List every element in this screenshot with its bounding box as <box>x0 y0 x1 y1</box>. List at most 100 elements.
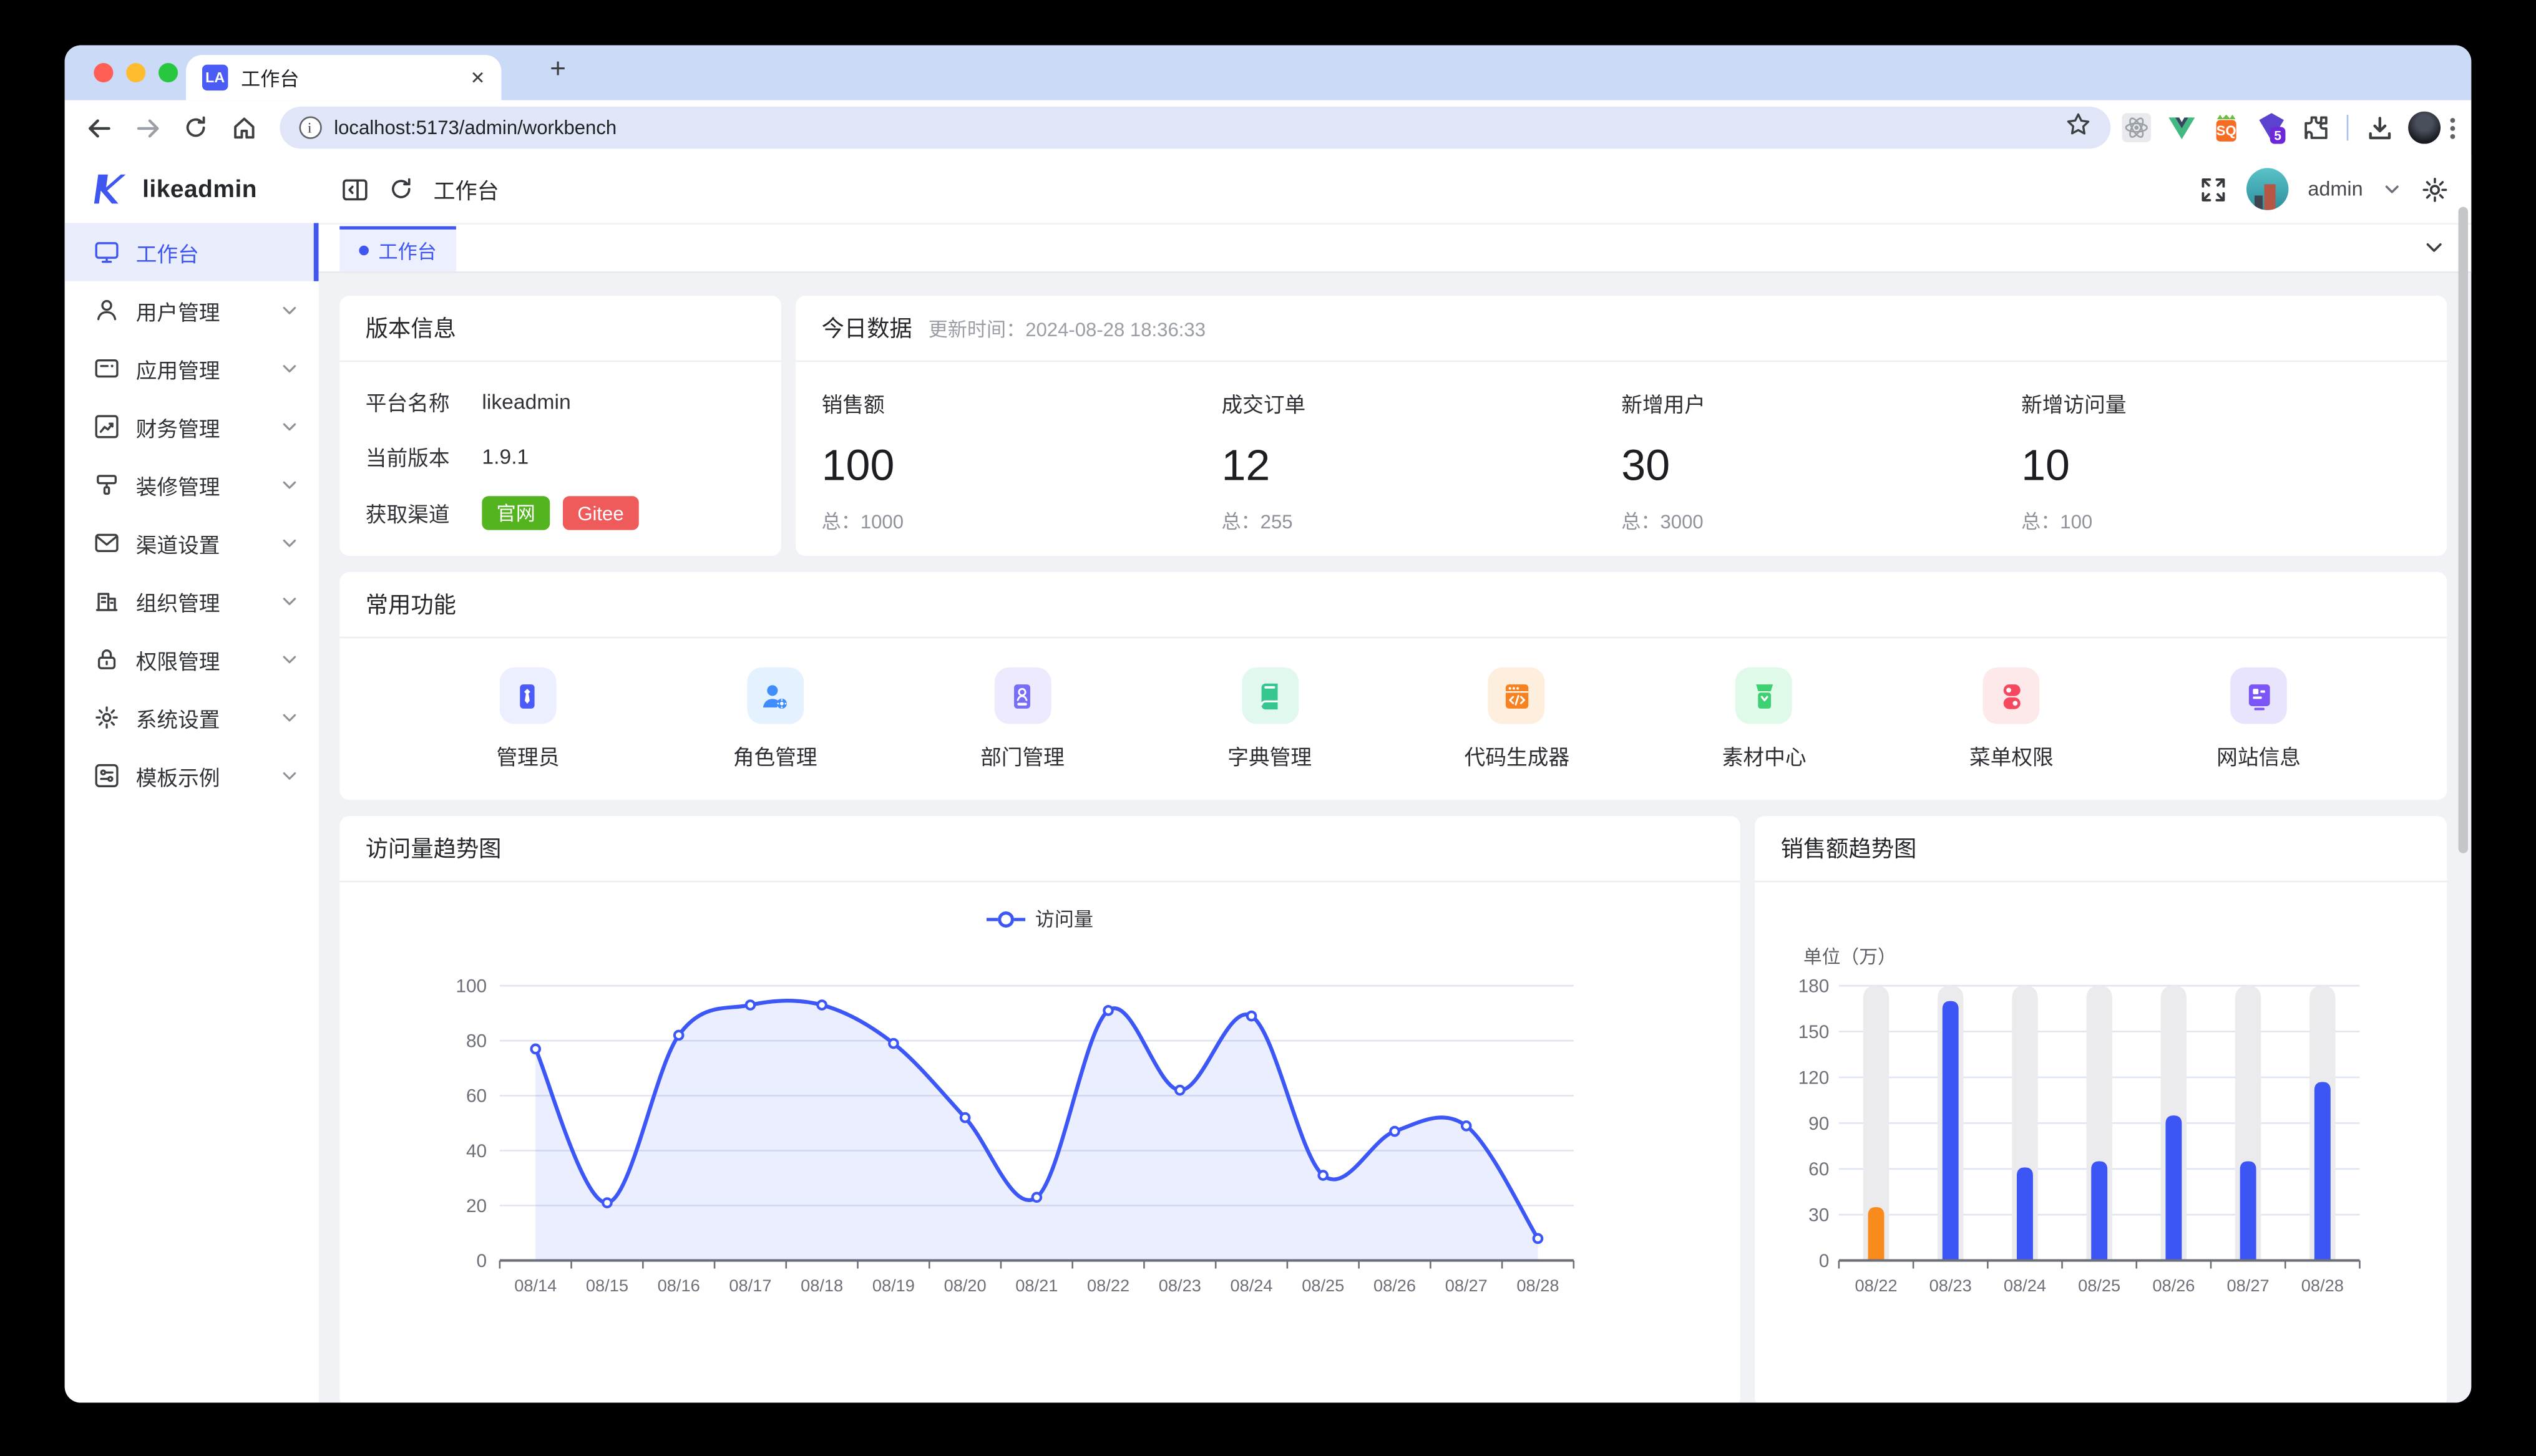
svg-text:30: 30 <box>1808 1205 1829 1226</box>
stat-column: 新增访问量 10 总：100 <box>2021 362 2421 535</box>
svg-text:60: 60 <box>1808 1159 1829 1180</box>
sidebar-item-2[interactable]: 应用管理 <box>65 339 319 397</box>
reload-icon[interactable] <box>177 109 215 147</box>
sales-bar-chart: 单位（万）030609012015018008/2208/2308/2408/2… <box>1755 882 2447 1367</box>
app-icon <box>94 356 119 381</box>
svg-text:08/22: 08/22 <box>1855 1276 1897 1295</box>
gitee-button[interactable]: Gitee <box>563 496 638 530</box>
sidebar-item-5[interactable]: 渠道设置 <box>65 514 319 572</box>
sidebar-item-3[interactable]: 财务管理 <box>65 397 319 455</box>
svg-text:08/23: 08/23 <box>1929 1276 1972 1295</box>
sidebar-item-9[interactable]: 模板示例 <box>65 747 319 805</box>
quick-function-item[interactable]: 网站信息 <box>2135 648 2382 771</box>
page-scrollbar-thumb[interactable] <box>2459 207 2469 853</box>
quick-function-item[interactable]: 素材中心 <box>1641 648 1888 771</box>
app-logo[interactable]: likeadmin <box>65 155 319 223</box>
svg-text:08/17: 08/17 <box>729 1276 771 1295</box>
quick-function-item[interactable]: 部门管理 <box>899 648 1146 771</box>
sidebar-item-6[interactable]: 组织管理 <box>65 572 319 630</box>
chevron-down-icon <box>280 359 299 378</box>
today-card-title: 今日数据 <box>822 312 912 344</box>
zoom-window-button[interactable] <box>158 63 178 82</box>
quick-function-item[interactable]: 角色管理 <box>651 648 899 771</box>
chevron-down-icon <box>280 591 299 611</box>
material-icon <box>1736 667 1793 724</box>
sq-extension-icon[interactable]: SQ <box>2209 110 2244 145</box>
app-header: 工作台 admin <box>319 155 2472 223</box>
sales-chart-title: 销售额趋势图 <box>1781 832 1917 865</box>
tab-close-icon[interactable]: ✕ <box>471 67 485 89</box>
sidebar-menu: 工作台 用户管理 应用管理 财务管理 装修管理 渠道设置 组织管理 权限管理 系… <box>65 223 319 805</box>
sidebar-item-workbench[interactable]: 工作台 <box>65 223 319 281</box>
quick-function-item[interactable]: 字典管理 <box>1146 648 1393 771</box>
sidebar-item-8[interactable]: 系统设置 <box>65 689 319 747</box>
sidebar-item-7[interactable]: 权限管理 <box>65 630 319 688</box>
react-devtools-icon[interactable] <box>2120 110 2155 145</box>
official-site-button[interactable]: 官网 <box>482 496 550 530</box>
visits-trend-card: 访问量趋势图 访问量 02040608010008/1408/1508/1608… <box>339 816 1740 1402</box>
collapse-sidebar-icon[interactable] <box>341 175 369 203</box>
svg-text:150: 150 <box>1798 1022 1830 1042</box>
svg-text:08/25: 08/25 <box>1302 1276 1344 1295</box>
gear-icon <box>94 704 119 730</box>
svg-text:20: 20 <box>466 1196 487 1216</box>
minimize-window-button[interactable] <box>126 63 145 82</box>
downloads-icon[interactable] <box>2361 109 2399 147</box>
sidebar-item-4[interactable]: 装修管理 <box>65 456 319 514</box>
username: admin <box>2308 178 2363 200</box>
browser-profile-avatar[interactable] <box>2409 112 2441 144</box>
browser-tab[interactable]: LA 工作台 ✕ <box>186 55 501 100</box>
chevron-down-icon <box>280 417 299 436</box>
quick-card-title: 常用功能 <box>366 588 456 621</box>
svg-text:5: 5 <box>2274 128 2281 142</box>
quick-function-item[interactable]: 管理员 <box>404 648 651 771</box>
workbench-content: 版本信息 平台名称 likeadmin 当前版本 1.9.1 获取渠道 官网 <box>319 273 2472 1403</box>
new-tab-button[interactable]: + <box>550 53 566 85</box>
website-icon <box>2230 667 2287 724</box>
close-window-button[interactable] <box>94 63 113 82</box>
svg-text:08/18: 08/18 <box>801 1276 843 1295</box>
svg-text:08/26: 08/26 <box>1373 1276 1416 1295</box>
page-title: 工作台 <box>434 173 499 205</box>
bookmark-star-icon[interactable] <box>2064 110 2090 144</box>
svg-text:40: 40 <box>466 1141 487 1162</box>
refresh-page-icon[interactable] <box>388 176 414 201</box>
sales-trend-card: 销售额趋势图 单位（万）030609012015018008/2208/2308… <box>1755 816 2447 1402</box>
svg-text:0: 0 <box>1819 1251 1830 1271</box>
quick-function-item[interactable]: 菜单权限 <box>1888 648 2135 771</box>
tagbar-chevron-down-icon[interactable] <box>2423 236 2446 258</box>
browser-tabstrip: LA 工作台 ✕ + <box>65 46 2472 100</box>
address-bar[interactable]: i localhost:5173/admin/workbench <box>279 107 2110 148</box>
admin-app: likeadmin 工作台 用户管理 应用管理 财务管理 装修管理 渠道设置 组… <box>65 155 2472 1403</box>
svg-text:120: 120 <box>1798 1067 1830 1088</box>
vite-extension-icon[interactable]: 5 <box>2254 110 2289 145</box>
site-info-icon[interactable]: i <box>298 117 321 139</box>
vue-devtools-icon[interactable] <box>2164 110 2199 145</box>
extensions-puzzle-icon[interactable] <box>2298 110 2333 145</box>
today-stats: 销售额 100 总：1000 成交订单 12 总：255 新增用户 30 总：3… <box>796 362 2447 535</box>
chevron-down-icon <box>280 649 299 669</box>
sidebar-item-1[interactable]: 用户管理 <box>65 281 319 339</box>
active-tag-dot <box>359 246 369 256</box>
user-chevron-down-icon[interactable] <box>2382 180 2402 199</box>
desktop: LA 工作台 ✕ + i localhost:5173/admin/workbe… <box>0 0 2536 1456</box>
forward-icon[interactable] <box>129 109 167 147</box>
lock-icon <box>94 646 119 672</box>
user-avatar[interactable] <box>2246 168 2288 210</box>
back-icon[interactable] <box>81 109 119 147</box>
quick-function-item[interactable]: 代码生成器 <box>1393 648 1641 771</box>
version-card-title: 版本信息 <box>366 312 456 344</box>
home-icon[interactable] <box>225 109 263 147</box>
browser-menu-icon[interactable] <box>2451 117 2456 138</box>
version-card: 版本信息 平台名称 likeadmin 当前版本 1.9.1 获取渠道 官网 <box>339 296 781 556</box>
chevron-down-icon <box>280 708 299 727</box>
fullscreen-icon[interactable] <box>2200 175 2227 203</box>
svg-text:08/16: 08/16 <box>658 1276 700 1295</box>
browser-window: LA 工作台 ✕ + i localhost:5173/admin/workbe… <box>65 46 2472 1403</box>
tag-workbench[interactable]: 工作台 <box>339 226 456 272</box>
browser-toolbar: i localhost:5173/admin/workbench SQ 5 <box>65 100 2472 155</box>
svg-text:08/28: 08/28 <box>1516 1276 1559 1295</box>
settings-gear-icon[interactable] <box>2421 175 2449 203</box>
active-tag-label: 工作台 <box>378 237 436 265</box>
svg-text:SQ: SQ <box>2217 122 2236 138</box>
